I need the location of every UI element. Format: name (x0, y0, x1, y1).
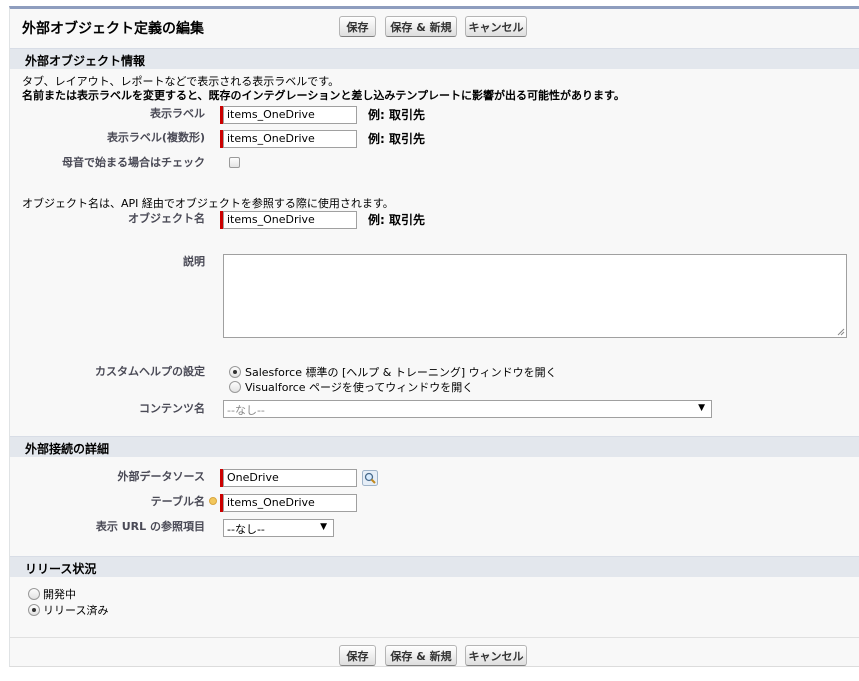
content-name-value: --なし-- (227, 404, 265, 417)
api-note-text: オブジェクト名は、API 経由でオブジェクトを参照する際に使用されます。 (22, 197, 394, 210)
data-source-label: 外部データソース (117, 470, 205, 483)
warning-text: 名前または表示ラベルを変更すると、既存のインテグレーションと差し込みテンプレート… (22, 89, 625, 102)
vowel-checkbox-label: 母音で始まる場合はチェック (62, 156, 205, 169)
save-new-button-top[interactable]: 保存 & 新規 (385, 16, 457, 37)
release-dev-radio[interactable] (28, 588, 40, 600)
label-field-label: 表示ラベル (150, 107, 205, 120)
section-title: 外部接続の詳細 (25, 442, 110, 456)
section-title: リリース状況 (25, 562, 97, 576)
data-source-input[interactable]: OneDrive (223, 469, 357, 487)
edit-form-frame: 外部オブジェクト定義の編集 保存 保存 & 新規 キャンセル 外部オブジェクト情… (9, 6, 859, 667)
chevron-down-icon: ▼ (320, 522, 327, 532)
custom-help-standard-label: Salesforce 標準の [ヘルプ & トレーニング] ウィンドウを開く (245, 366, 557, 379)
plural-label-field-label: 表示ラベル(複数形) (106, 131, 205, 144)
table-name-input[interactable]: items_OneDrive (223, 494, 357, 512)
plural-label-input[interactable]: items_OneDrive (223, 130, 357, 148)
table-name-label: テーブル名 (150, 495, 205, 508)
url-ref-value: --なし-- (227, 523, 265, 536)
page-title: 外部オブジェクト定義の編集 (22, 21, 204, 37)
section-header-object-info: 外部オブジェクト情報 (10, 48, 859, 69)
description-field-label: 説明 (183, 255, 205, 268)
vowel-checkbox[interactable] (229, 157, 240, 168)
help-bubble-icon[interactable] (209, 497, 217, 505)
section-header-release: リリース状況 (10, 556, 859, 577)
description-textarea[interactable] (223, 254, 847, 338)
custom-help-visualforce-label: Visualforce ページを使ってウィンドウを開く (245, 381, 474, 394)
object-name-input[interactable]: items_OneDrive (223, 211, 357, 229)
cancel-button-bottom[interactable]: キャンセル (465, 645, 527, 666)
lookup-icon[interactable] (362, 470, 378, 486)
resize-handle-icon[interactable] (837, 328, 845, 336)
cancel-button-top[interactable]: キャンセル (465, 16, 527, 37)
object-name-example: 例: 取引先 (368, 213, 425, 227)
object-name-field-label: オブジェクト名 (128, 212, 205, 225)
url-ref-label: 表示 URL の参照項目 (95, 520, 205, 533)
content-name-select[interactable]: --なし-- ▼ (223, 400, 712, 418)
footer-divider (10, 637, 859, 638)
chevron-down-icon: ▼ (698, 403, 705, 413)
section-header-connection: 外部接続の詳細 (10, 436, 859, 457)
plural-label-example: 例: 取引先 (368, 132, 425, 146)
release-released-label: リリース済み (43, 604, 109, 617)
save-button-top[interactable]: 保存 (339, 16, 376, 37)
custom-help-standard-radio[interactable] (229, 366, 241, 378)
release-dev-label: 開発中 (43, 588, 76, 601)
label-input[interactable]: items_OneDrive (223, 106, 357, 124)
release-released-radio[interactable] (28, 604, 40, 616)
save-button-bottom[interactable]: 保存 (339, 645, 376, 666)
url-ref-select[interactable]: --なし-- ▼ (223, 519, 334, 537)
save-new-button-bottom[interactable]: 保存 & 新規 (385, 645, 457, 666)
section-title: 外部オブジェクト情報 (25, 54, 146, 68)
custom-help-visualforce-radio[interactable] (229, 381, 241, 393)
custom-help-label: カスタムヘルプの設定 (95, 365, 205, 378)
content-name-label: コンテンツ名 (139, 402, 205, 415)
label-example: 例: 取引先 (368, 108, 425, 122)
